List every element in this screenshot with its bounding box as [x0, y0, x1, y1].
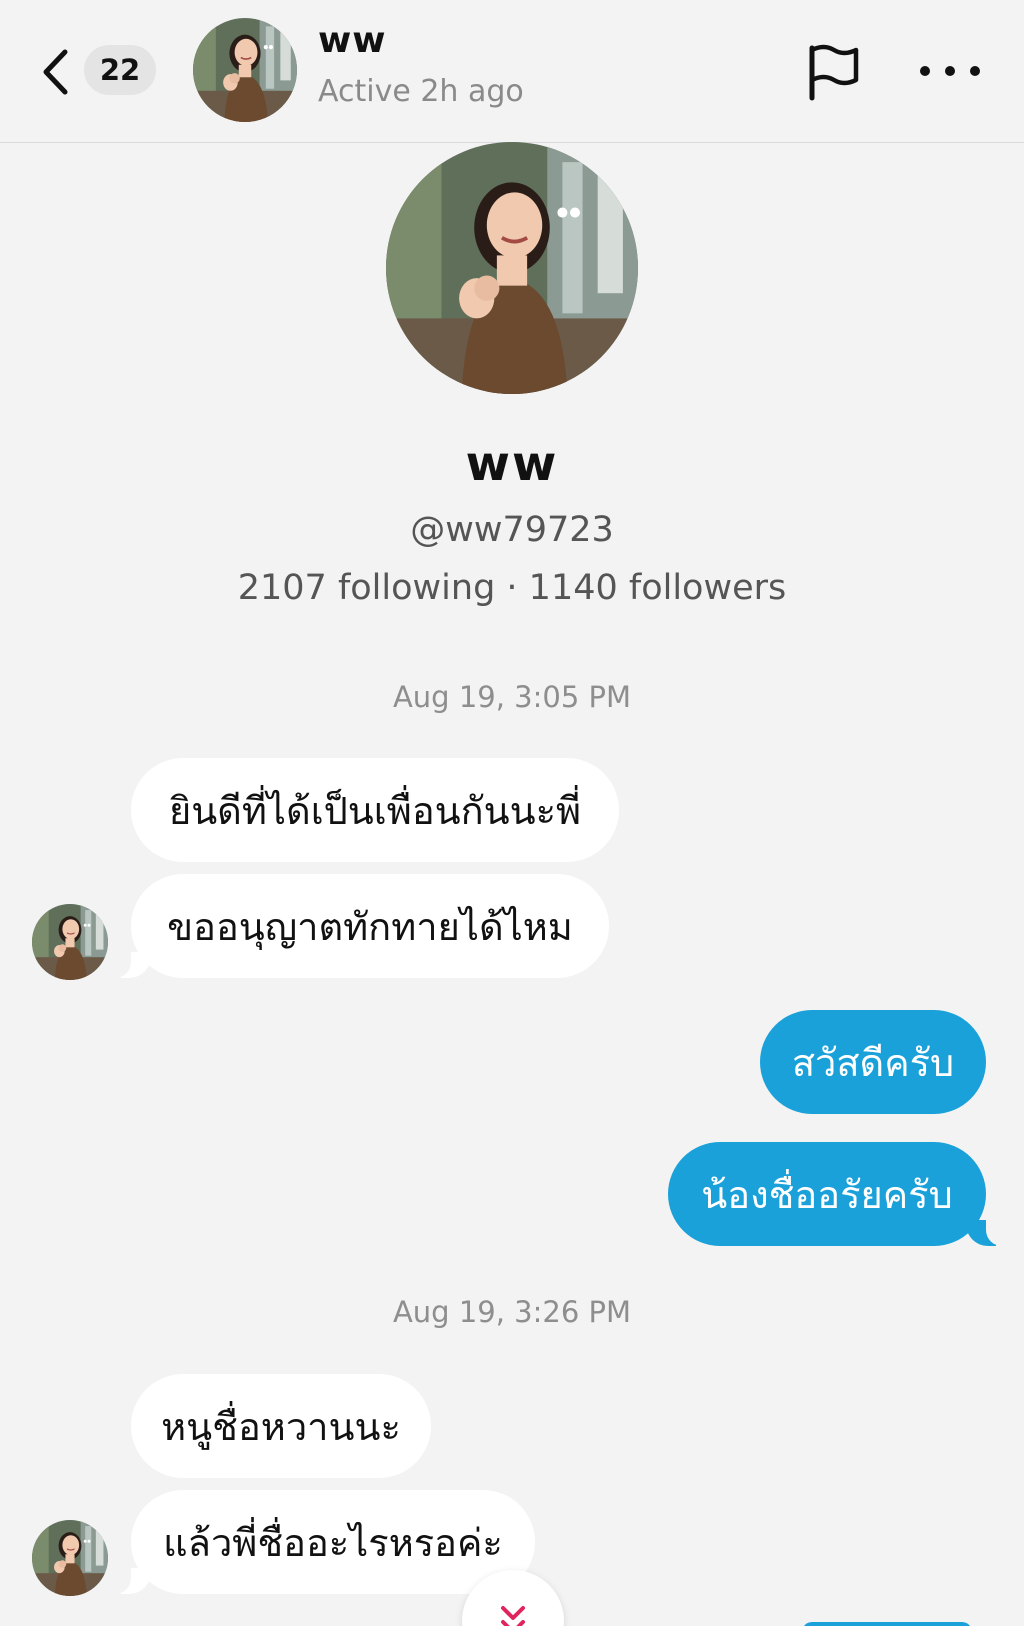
chevron-left-icon: [43, 49, 68, 95]
outgoing-message[interactable]: [802, 1622, 972, 1626]
message-timestamp: Aug 19, 3:26 PM: [392, 1295, 632, 1329]
unread-count-badge[interactable]: 22: [84, 45, 156, 95]
header-avatar[interactable]: [193, 18, 297, 122]
report-button[interactable]: [806, 42, 862, 102]
message-text: ขออนุญาตทักทายได้ไหม: [167, 904, 573, 949]
incoming-message[interactable]: ขออนุญาตทักทายได้ไหม: [109, 874, 609, 978]
outgoing-message[interactable]: สวัสดีครับ: [760, 1010, 986, 1114]
message-text: สวัสดีครับ: [791, 1040, 955, 1085]
incoming-message[interactable]: ยินดีที่ได้เป็นเพื่อนกันนะพี่: [131, 758, 619, 862]
message-timestamp: Aug 19, 3:05 PM: [392, 680, 632, 714]
message-text: หนูชื่อหวานนะ: [161, 1404, 401, 1449]
outgoing-message[interactable]: น้องชื่ออรัยครับ: [668, 1142, 1008, 1246]
header-active-status: Active 2h ago: [318, 74, 524, 109]
double-chevron-down-icon: [501, 1606, 525, 1626]
more-dot: [970, 66, 980, 76]
profile-handle: @ww79723: [410, 510, 614, 550]
more-options-button[interactable]: [920, 56, 980, 86]
profile-stats: 2107 following · 1140 followers: [237, 568, 787, 608]
profile-avatar[interactable]: [386, 142, 638, 394]
more-horizontal-icon: [920, 66, 930, 76]
sender-avatar[interactable]: [32, 904, 108, 980]
message-text: ยินดีที่ได้เป็นเพื่อนกันนะพี่: [168, 788, 582, 833]
conversation-header: 22 ww Active 2h ago: [0, 0, 1024, 143]
incoming-message[interactable]: หนูชื่อหวานนะ: [131, 1374, 431, 1478]
message-text: น้องชื่ออรัยครับ: [701, 1172, 953, 1217]
header-contact-name[interactable]: ww: [318, 20, 387, 61]
back-button[interactable]: [38, 44, 72, 100]
message-text: แล้วพี่ชื่ออะไรหรอค่ะ: [163, 1520, 503, 1565]
flag-icon: [809, 44, 859, 101]
profile-name: ww: [465, 436, 559, 492]
more-dot: [945, 66, 955, 76]
incoming-message[interactable]: แล้วพี่ชื่ออะไรหรอค่ะ: [109, 1490, 535, 1594]
sender-avatar[interactable]: [32, 1520, 108, 1596]
